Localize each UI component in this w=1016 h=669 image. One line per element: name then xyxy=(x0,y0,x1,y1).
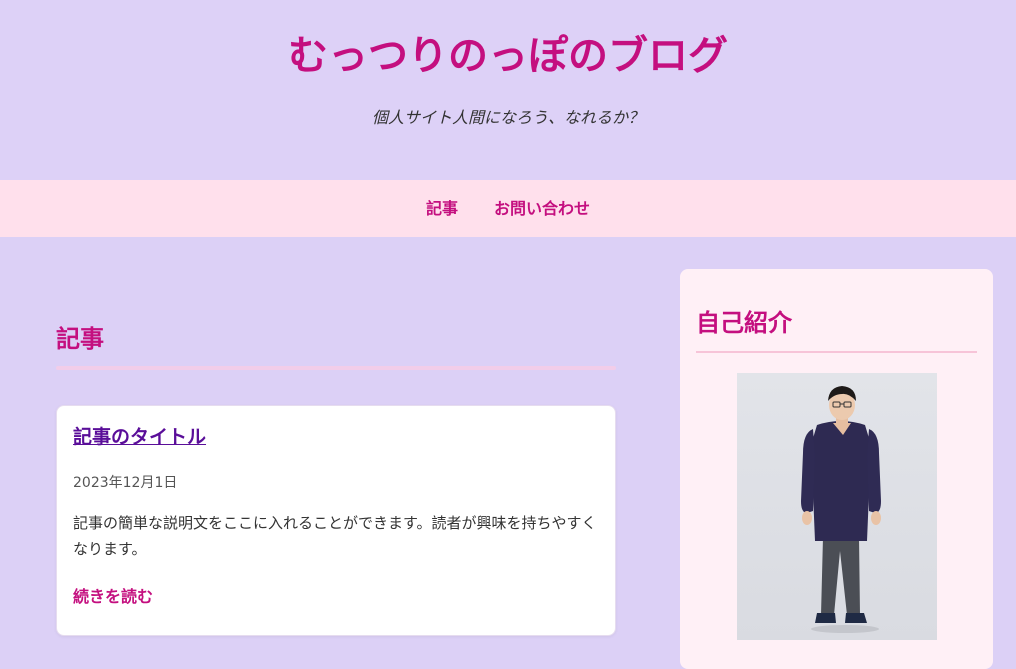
nav-item-contact[interactable]: お問い合わせ xyxy=(494,198,590,220)
post-excerpt: 記事の簡単な説明文をここに入れることができます。読者が興味を持ちやすくなります。 xyxy=(73,514,597,558)
person-photo-icon xyxy=(737,373,937,640)
site-title[interactable]: むっつりのっぽのブログ xyxy=(0,30,1016,82)
section-divider xyxy=(56,366,616,370)
site-tagline: 個人サイト人間になろう、なれるか？ xyxy=(371,108,644,127)
post-date: 2023年12月1日 xyxy=(73,475,178,491)
main-nav: 記事 お問い合わせ xyxy=(0,180,1016,237)
read-more-link[interactable]: 続きを読む xyxy=(73,586,153,608)
section-heading: 記事 xyxy=(56,325,104,353)
sidebar-divider xyxy=(696,351,977,353)
nav-item-articles[interactable]: 記事 xyxy=(426,198,458,220)
post-card: 記事のタイトル 2023年12月1日 記事の簡単な説明文をここに入れることができ… xyxy=(56,405,616,636)
sidebar-profile: 自己紹介 xyxy=(680,269,993,669)
sidebar-heading: 自己紹介 xyxy=(696,309,792,337)
site-header: むっつりのっぽのブログ 個人サイト人間になろう、なれるか？ xyxy=(0,0,1016,180)
profile-photo xyxy=(737,373,937,640)
post-title-link[interactable]: 記事のタイトル xyxy=(73,424,206,450)
